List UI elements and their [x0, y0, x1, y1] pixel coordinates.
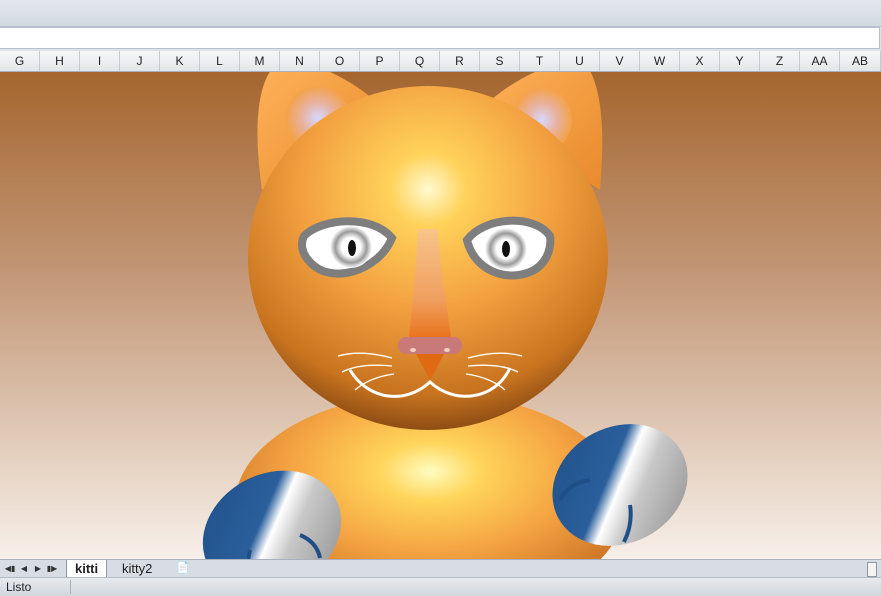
tab-kitty2[interactable]: kitty2 — [114, 560, 160, 577]
column-header-o[interactable]: O — [320, 51, 360, 71]
next-sheet-icon[interactable]: ▶ — [31, 562, 45, 576]
prev-sheet-icon[interactable]: ◀ — [17, 562, 31, 576]
status-bar: Listo — [0, 577, 881, 596]
column-header-ab[interactable]: AB — [840, 51, 881, 71]
kitty-drawing — [202, 72, 688, 559]
column-header-h[interactable]: H — [40, 51, 80, 71]
column-header-q[interactable]: Q — [400, 51, 440, 71]
column-header-u[interactable]: U — [560, 51, 600, 71]
column-header-n[interactable]: N — [280, 51, 320, 71]
tab-kitti[interactable]: kitti — [66, 560, 108, 577]
column-header-w[interactable]: W — [640, 51, 680, 71]
column-header-v[interactable]: V — [600, 51, 640, 71]
right-eye — [462, 216, 555, 280]
column-header-p[interactable]: P — [360, 51, 400, 71]
column-header-y[interactable]: Y — [720, 51, 760, 71]
column-headers: G H I J K L M N O P Q R S T U V W X Y Z AA AB — [0, 51, 881, 72]
column-header-l[interactable]: L — [200, 51, 240, 71]
formula-bar[interactable] — [0, 27, 880, 49]
column-header-aa[interactable]: AA — [800, 51, 840, 71]
column-header-g[interactable]: G — [0, 51, 40, 71]
right-nostril — [444, 348, 450, 352]
column-header-r[interactable]: R — [440, 51, 480, 71]
column-header-j[interactable]: J — [120, 51, 160, 71]
worksheet-area[interactable] — [0, 72, 881, 559]
column-header-m[interactable]: M — [240, 51, 280, 71]
status-divider — [70, 580, 71, 594]
insert-sheet-icon[interactable]: 📄 — [168, 560, 198, 577]
column-header-k[interactable]: K — [160, 51, 200, 71]
column-header-i[interactable]: I — [80, 51, 120, 71]
ribbon — [0, 0, 881, 27]
nose — [398, 337, 462, 354]
column-header-z[interactable]: Z — [760, 51, 800, 71]
status-ready-text: Listo — [6, 580, 32, 594]
last-sheet-icon[interactable]: ▮▶ — [45, 562, 59, 576]
sheet-tab-bar: ◀▮ ◀ ▶ ▮▶ kitti kitty2 📄 — [0, 559, 881, 578]
column-header-t[interactable]: T — [520, 51, 560, 71]
left-nostril — [410, 348, 416, 352]
column-header-s[interactable]: S — [480, 51, 520, 71]
column-header-x[interactable]: X — [680, 51, 720, 71]
first-sheet-icon[interactable]: ◀▮ — [3, 562, 17, 576]
horizontal-scrollbar[interactable] — [867, 562, 877, 577]
